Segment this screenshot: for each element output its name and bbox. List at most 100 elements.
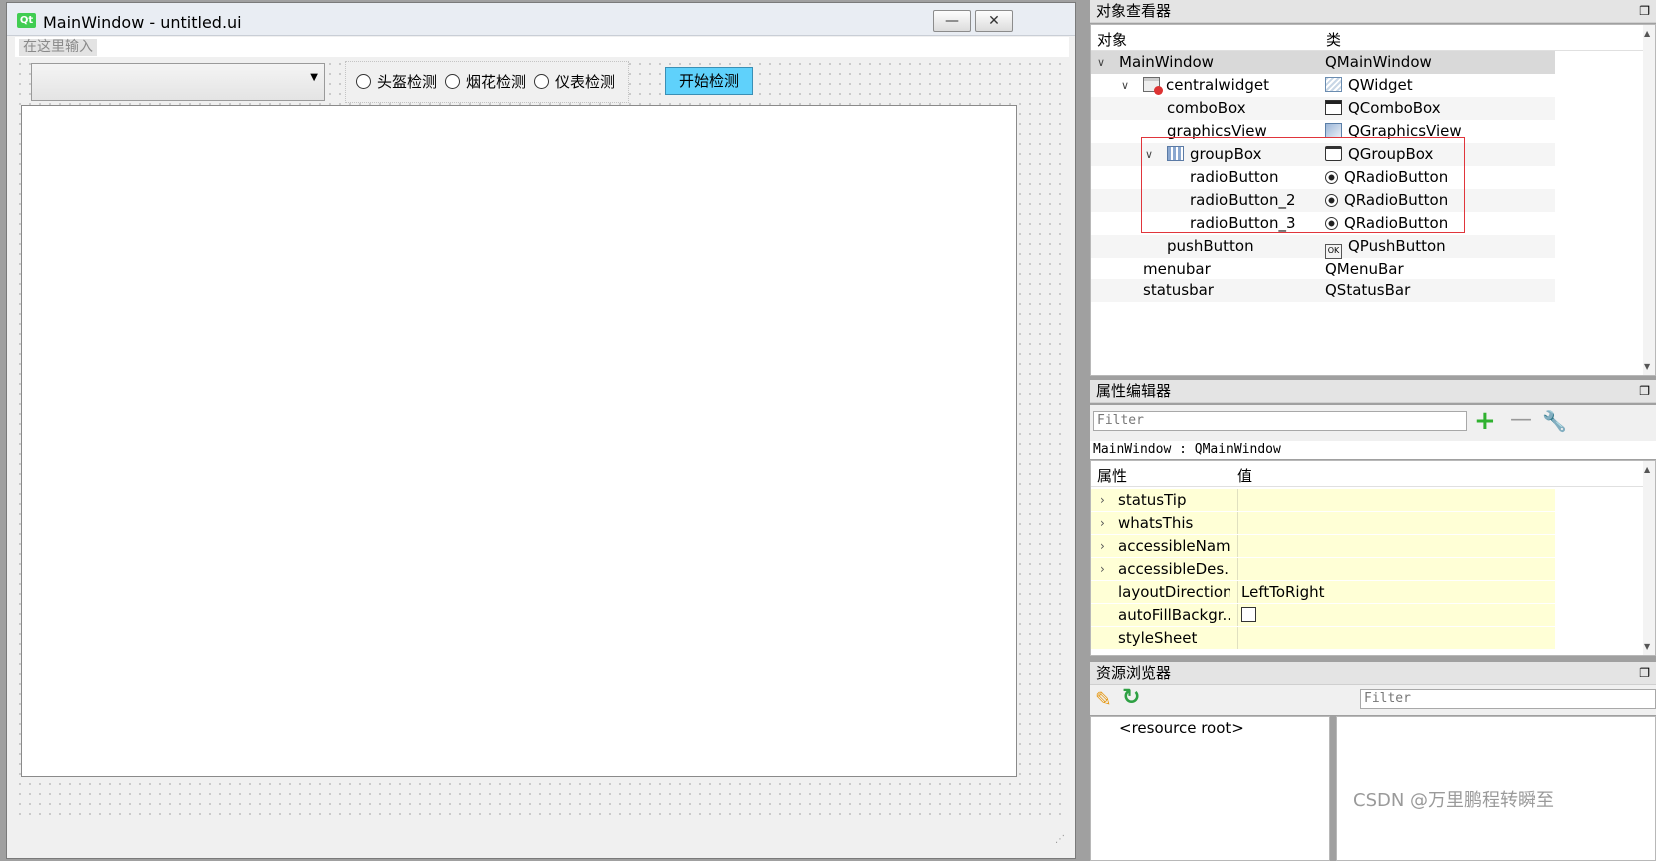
tree-object-name: MainWindow	[1119, 53, 1214, 71]
column-header-class[interactable]: 类	[1326, 29, 1341, 50]
resource-tree[interactable]: <resource root>	[1090, 716, 1330, 861]
column-header-object[interactable]: 对象	[1097, 29, 1127, 50]
menu-type-here-placeholder[interactable]: 在这里输入	[19, 39, 97, 56]
property-row-accessiblename[interactable]: › accessibleName	[1091, 535, 1555, 558]
expand-arrow-icon[interactable]: ∨	[1097, 51, 1105, 74]
autofill-checkbox[interactable]	[1241, 607, 1256, 622]
scroll-up-icon[interactable]: ▲	[1644, 465, 1650, 474]
expand-arrow-icon[interactable]: ›	[1100, 535, 1105, 557]
expand-arrow-icon[interactable]: ›	[1100, 489, 1105, 511]
column-header-property[interactable]: 属性	[1097, 465, 1127, 486]
pushbutton-icon: OK	[1325, 244, 1342, 259]
property-name: accessibleDes...	[1118, 560, 1230, 578]
property-name: statusTip	[1118, 491, 1187, 509]
property-value[interactable]	[1237, 627, 1241, 649]
property-row-layoutdirection[interactable]: layoutDirection LeftToRight	[1091, 581, 1555, 604]
window-title: MainWindow - untitled.ui	[43, 13, 242, 32]
property-value[interactable]	[1237, 512, 1241, 534]
property-row-whatsthis[interactable]: › whatsThis	[1091, 512, 1555, 535]
close-button[interactable]: ✕	[975, 10, 1013, 32]
property-name: accessibleName	[1118, 537, 1230, 555]
tree-class-name: QMainWindow	[1325, 53, 1432, 71]
tree-object-name: statusbar	[1143, 281, 1214, 299]
property-value[interactable]	[1237, 489, 1241, 511]
resource-browser-toolbar: ✎ ↻ Filter	[1090, 685, 1656, 715]
designer-form-window: Qt MainWindow - untitled.ui — ✕ 在这里输入 ▼ …	[6, 2, 1076, 859]
graphics-view[interactable]	[21, 105, 1017, 777]
resource-filter-input[interactable]: Filter	[1360, 689, 1656, 709]
dock-float-icon[interactable]: ❐	[1633, 662, 1650, 684]
chevron-down-icon: ▼	[310, 72, 318, 83]
combobox-icon	[1325, 100, 1342, 115]
remove-property-icon[interactable]: —	[1510, 407, 1532, 432]
reload-icon[interactable]: ↻	[1122, 685, 1140, 710]
tree-row-statusbar[interactable]: statusbar QStatusBar	[1091, 279, 1555, 302]
qt-logo-icon: Qt	[17, 13, 36, 28]
object-inspector-tree[interactable]: 对象 类 ∨ MainWindow QMainWindow ∨ centralw…	[1090, 24, 1656, 376]
minimize-button[interactable]: —	[933, 10, 971, 32]
central-widget: ▼ 头盔检测 烟花检测 仪表检测 开始检测	[15, 59, 1069, 823]
radio-button-helmet[interactable]: 头盔检测	[356, 71, 437, 93]
pencil-icon[interactable]: ✎	[1095, 687, 1112, 711]
property-name: styleSheet	[1118, 629, 1198, 647]
scroll-up-icon[interactable]: ▲	[1644, 29, 1650, 38]
property-row-accessibledescription[interactable]: › accessibleDes...	[1091, 558, 1555, 581]
property-name: layoutDirection	[1118, 583, 1230, 601]
resource-root-item[interactable]: <resource root>	[1119, 719, 1244, 737]
csdn-watermark: CSDN @万里鹏程转瞬至	[1353, 790, 1555, 811]
tree-row-combobox[interactable]: comboBox QComboBox	[1091, 97, 1555, 120]
menubar[interactable]: 在这里输入	[15, 37, 1069, 57]
resource-browser-title-text: 资源浏览器	[1096, 664, 1172, 682]
radio-label: 头盔检测	[377, 73, 438, 91]
object-tree-scrollbar[interactable]: ▲ ▼	[1643, 25, 1655, 375]
radio-label: 烟花检测	[466, 73, 527, 91]
object-inspector-title-text: 对象查看器	[1096, 2, 1172, 20]
dock-float-icon[interactable]: ❐	[1633, 0, 1650, 22]
property-value[interactable]: LeftToRight	[1237, 581, 1325, 603]
property-value[interactable]	[1237, 604, 1256, 626]
size-grip-icon[interactable]: ⋰	[1055, 834, 1065, 845]
tree-object-name: comboBox	[1167, 99, 1246, 117]
object-inspector-title: 对象查看器 ❐	[1090, 0, 1656, 23]
expand-arrow-icon[interactable]: ∨	[1121, 74, 1129, 97]
add-property-icon[interactable]: +	[1474, 406, 1496, 436]
property-filter-input[interactable]: Filter	[1093, 411, 1467, 431]
property-table[interactable]: 属性 值 › statusTip › whatsThis › accessibl…	[1090, 460, 1656, 656]
tree-class-name: QComboBox	[1348, 99, 1441, 117]
scroll-down-icon[interactable]: ▼	[1644, 642, 1650, 651]
radio-button-fireworks[interactable]: 烟花检测	[445, 71, 526, 93]
property-value[interactable]	[1237, 558, 1241, 580]
tree-row-pushbutton[interactable]: pushButton OK QPushButton	[1091, 235, 1555, 259]
expand-arrow-icon[interactable]: ›	[1100, 558, 1105, 580]
property-editor-title: 属性编辑器 ❐	[1090, 380, 1656, 403]
property-editor-title-text: 属性编辑器	[1096, 382, 1172, 400]
property-row-autofillbackground[interactable]: autoFillBackgr...	[1091, 604, 1555, 627]
widget-icon	[1325, 77, 1342, 92]
property-value[interactable]	[1237, 535, 1241, 557]
scroll-down-icon[interactable]: ▼	[1644, 362, 1650, 371]
radio-button-meter[interactable]: 仪表检测	[534, 71, 615, 93]
column-header-value[interactable]: 值	[1237, 465, 1252, 486]
tree-class-name: QStatusBar	[1325, 281, 1411, 299]
statusbar: ⋰	[15, 825, 1069, 847]
tree-object-name: menubar	[1143, 260, 1211, 278]
expand-arrow-icon[interactable]: ›	[1100, 512, 1105, 534]
dock-float-icon[interactable]: ❐	[1633, 380, 1650, 402]
central-widget-icon	[1143, 77, 1163, 95]
property-row-stylesheet[interactable]: styleSheet	[1091, 627, 1555, 650]
start-detection-button[interactable]: 开始检测	[665, 67, 753, 95]
tree-row-mainwindow[interactable]: ∨ MainWindow QMainWindow	[1091, 51, 1555, 74]
form-titlebar: Qt MainWindow - untitled.ui — ✕	[7, 3, 1075, 36]
tree-row-menubar[interactable]: menubar QMenuBar	[1091, 258, 1555, 281]
property-row-statustip[interactable]: › statusTip	[1091, 489, 1555, 512]
property-table-scrollbar[interactable]: ▲ ▼	[1643, 461, 1655, 655]
wrench-icon[interactable]: 🔧	[1542, 409, 1567, 433]
tree-class-name: QPushButton	[1348, 237, 1446, 255]
tree-row-centralwidget[interactable]: ∨ centralwidget QWidget	[1091, 74, 1555, 97]
property-table-header: 属性 值	[1091, 461, 1655, 487]
radio-label: 仪表检测	[555, 73, 616, 91]
combo-box[interactable]: ▼	[31, 63, 325, 101]
tree-object-name: centralwidget	[1166, 76, 1269, 94]
property-name: whatsThis	[1118, 514, 1194, 532]
tree-class-name: QMenuBar	[1325, 260, 1404, 278]
